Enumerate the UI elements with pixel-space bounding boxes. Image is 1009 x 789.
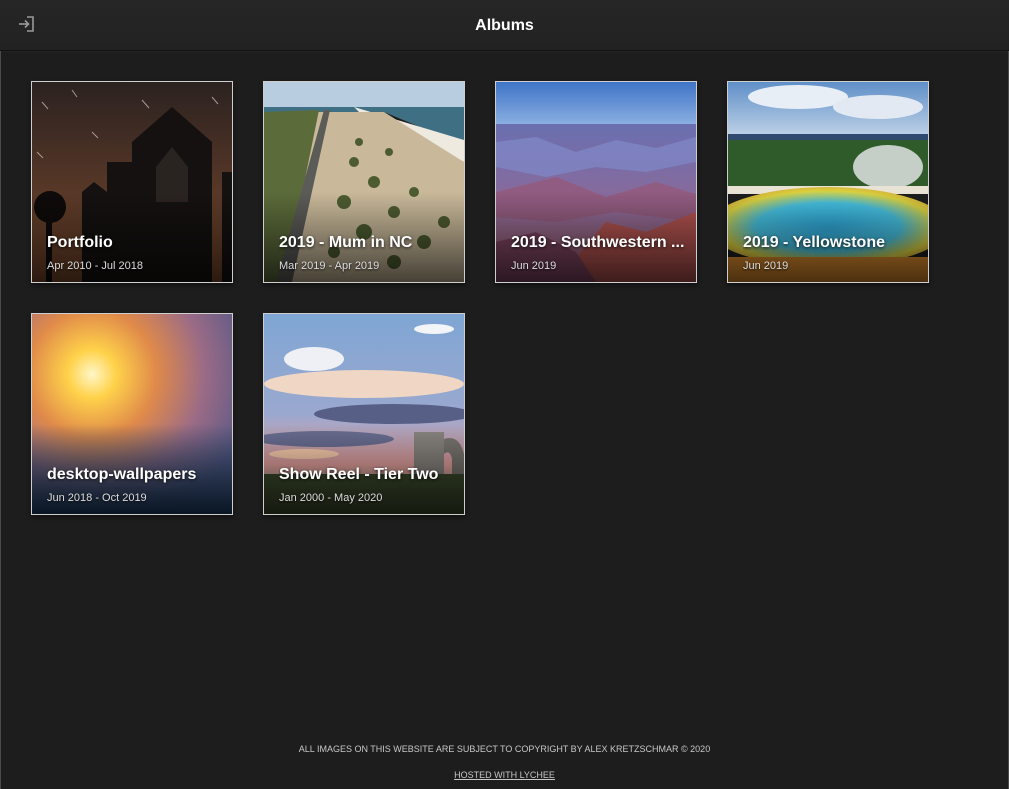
- album-mum-in-nc[interactable]: 2019 - Mum in NC Mar 2019 - Apr 2019: [263, 81, 465, 283]
- hosted-with-lychee-link[interactable]: HOSTED WITH LYCHEE: [454, 770, 555, 780]
- copyright-text: ALL IMAGES ON THIS WEBSITE ARE SUBJECT T…: [298, 744, 711, 754]
- album-title: desktop-wallpapers: [47, 466, 197, 483]
- album-portfolio[interactable]: Portfolio Apr 2010 - Jul 2018: [31, 81, 233, 283]
- album-date: Jun 2018 - Oct 2019: [47, 492, 147, 504]
- header-bar: Albums: [0, 0, 1009, 51]
- album-title: Show Reel - Tier Two: [279, 466, 439, 483]
- page-title: Albums: [475, 17, 534, 34]
- album-yellowstone[interactable]: 2019 - Yellowstone Jun 2019: [727, 81, 929, 283]
- hosted-with-lychee: HOSTED WITH LYCHEE: [0, 770, 1009, 780]
- album-southwestern[interactable]: 2019 - Southwestern ... Jun 2019: [495, 81, 697, 283]
- album-title: 2019 - Southwestern ...: [511, 234, 685, 251]
- album-date: Apr 2010 - Jul 2018: [47, 260, 144, 272]
- album-date: Mar 2019 - Apr 2019: [279, 260, 380, 272]
- album-desktop-wallpapers[interactable]: desktop-wallpapers Jun 2018 - Oct 2019: [31, 313, 233, 515]
- album-date: Jun 2019: [511, 260, 557, 272]
- album-title: Portfolio: [47, 234, 113, 251]
- album-show-reel-tier-two[interactable]: Show Reel - Tier Two Jan 2000 - May 2020: [263, 313, 465, 515]
- album-date: Jun 2019: [743, 260, 789, 272]
- album-date: Jan 2000 - May 2020: [279, 492, 383, 504]
- album-title: 2019 - Mum in NC: [279, 234, 413, 251]
- album-title: 2019 - Yellowstone: [743, 234, 885, 251]
